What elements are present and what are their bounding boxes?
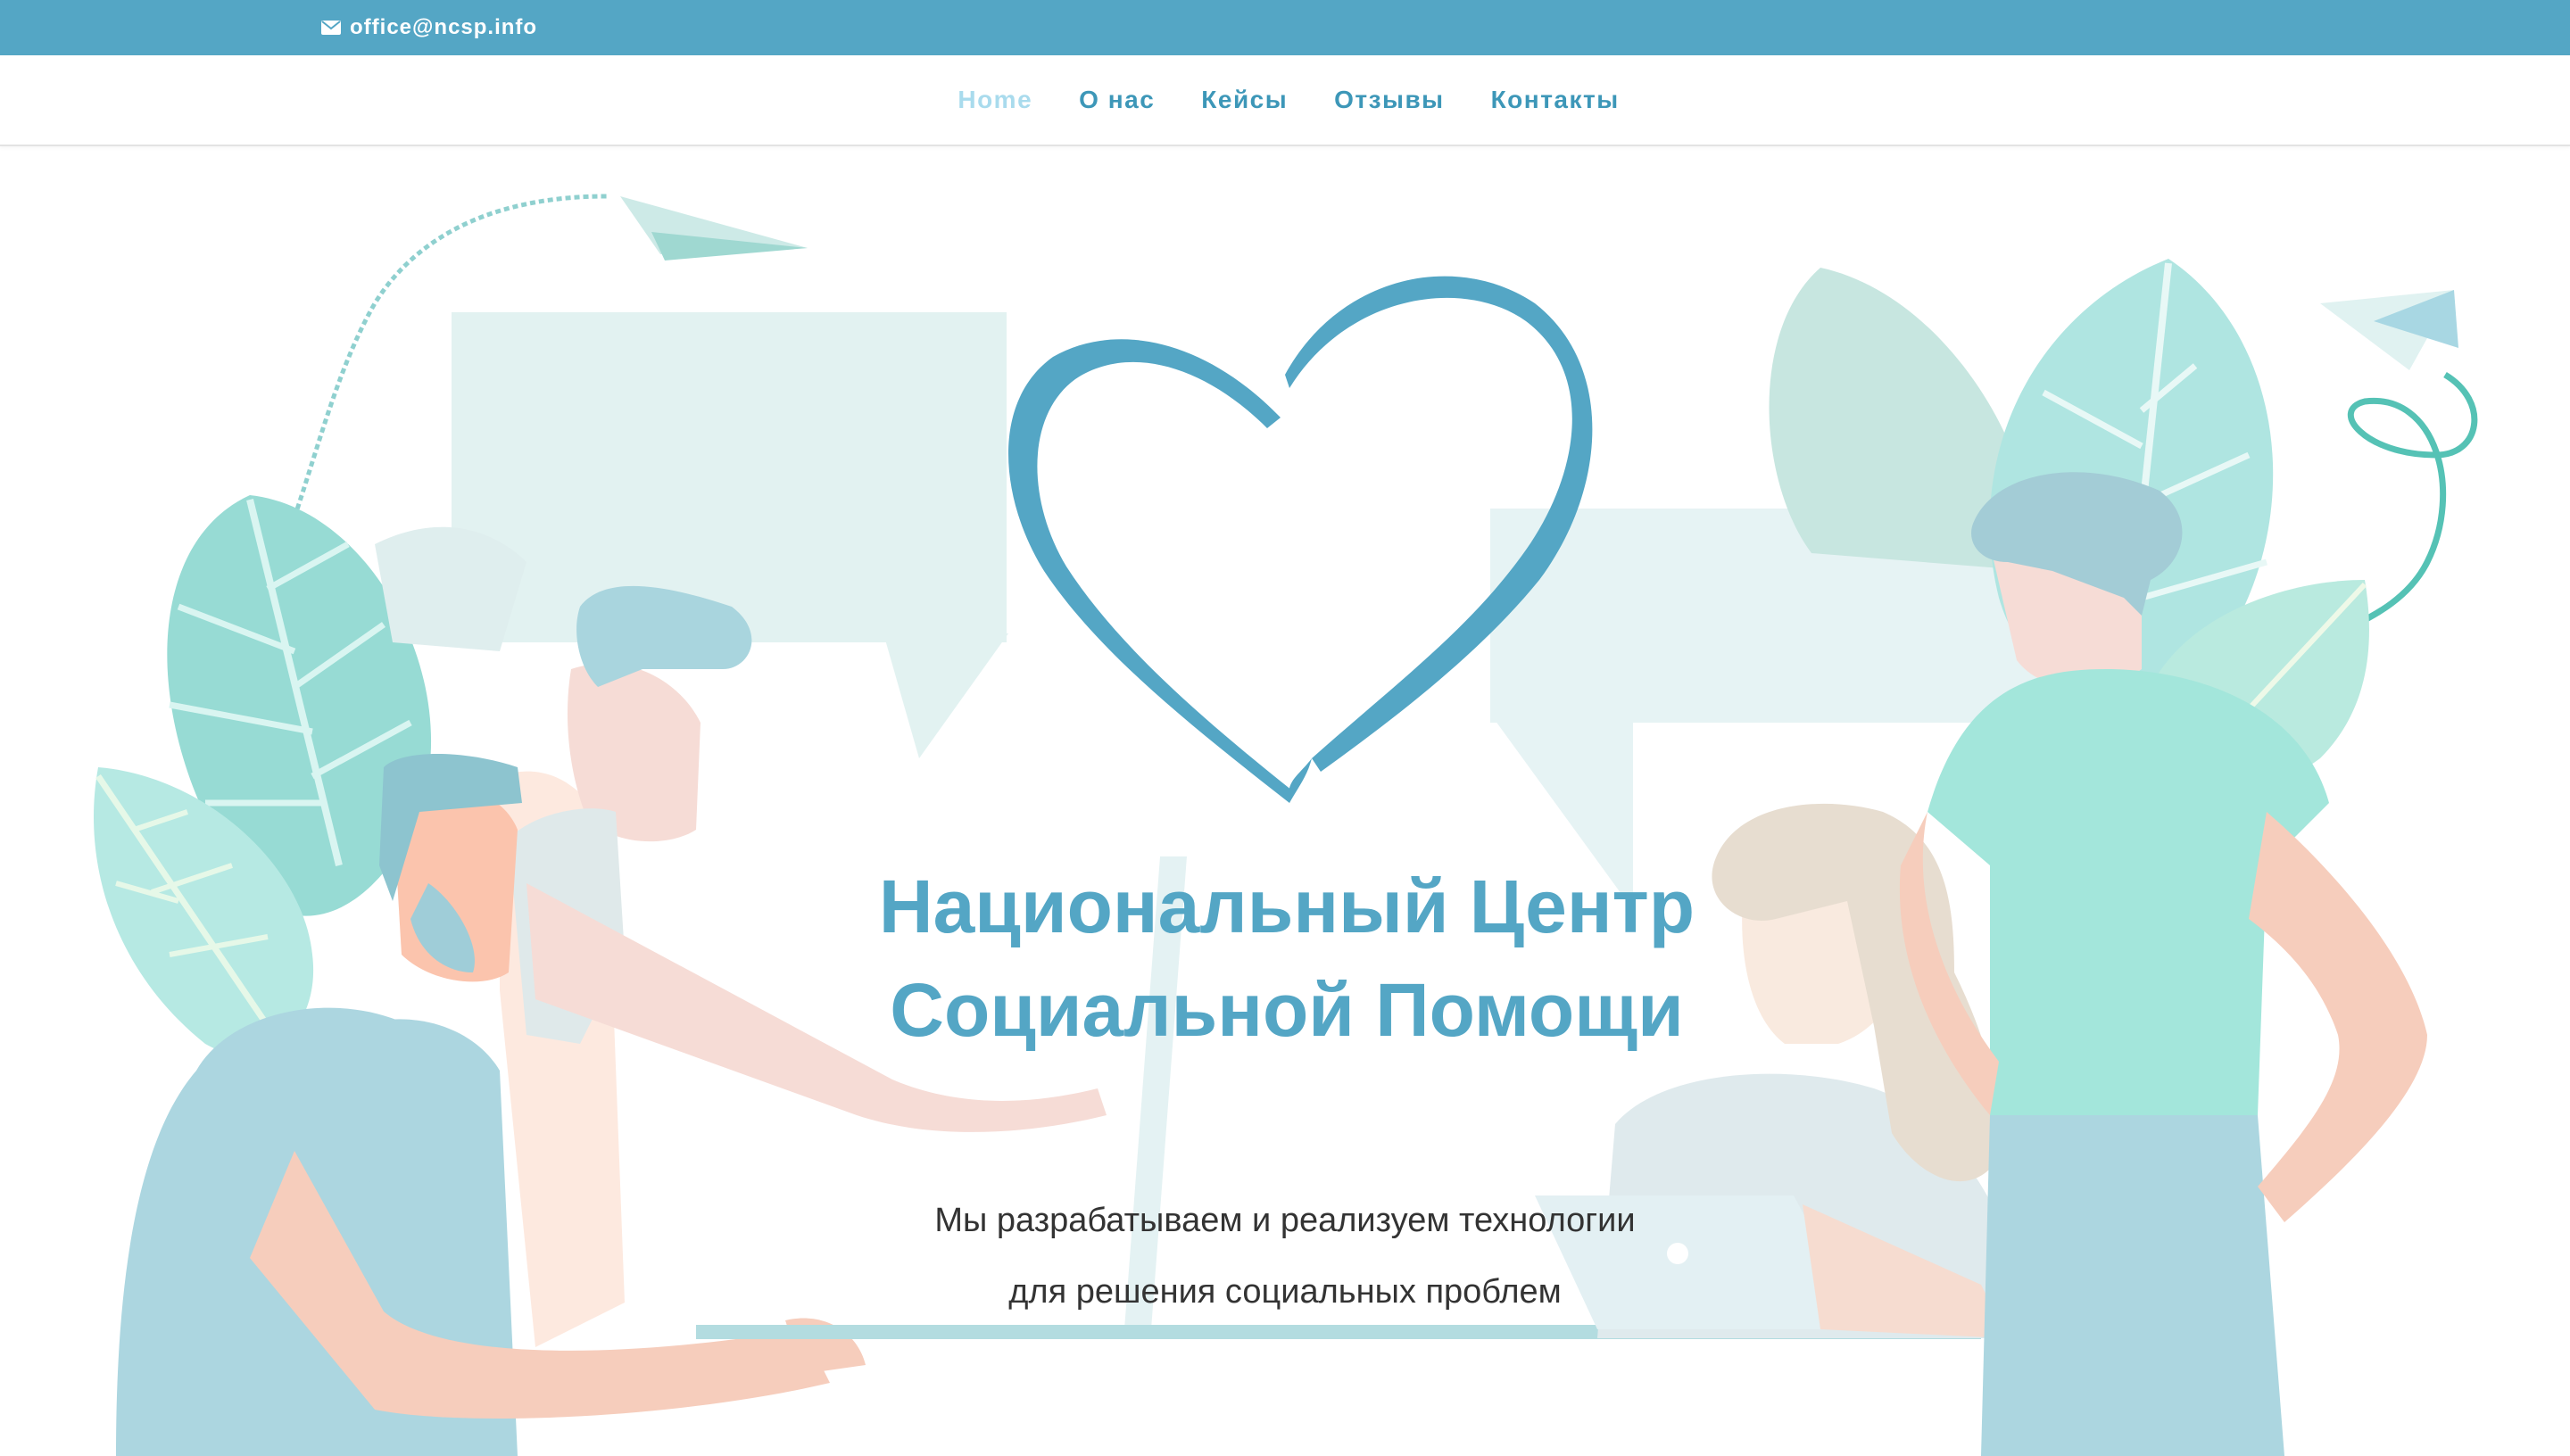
top-bar: office@ncsp.info <box>0 0 2570 55</box>
nav-item-reviews[interactable]: Отзывы <box>1334 86 1444 114</box>
nav-item-contacts[interactable]: Контакты <box>1491 86 1620 114</box>
nav-item-home[interactable]: Home <box>958 86 1032 114</box>
envelope-icon <box>321 21 341 35</box>
email-link[interactable]: office@ncsp.info <box>321 0 537 55</box>
hero-title-line1: Национальный Центр <box>878 864 1695 948</box>
nav-item-about[interactable]: О нас <box>1079 86 1155 114</box>
hero-subtitle: Мы разрабатываем и реализуем технологии … <box>0 1185 2570 1328</box>
hero-section: Национальный Центр Социальной Помощи Мы … <box>0 187 2570 1456</box>
paper-plane-icon <box>620 196 808 261</box>
main-nav: Home О нас Кейсы Отзывы Контакты <box>0 55 2570 146</box>
paper-plane-icon <box>2320 290 2458 370</box>
email-text: office@ncsp.info <box>350 15 538 39</box>
nav-item-cases[interactable]: Кейсы <box>1201 86 1288 114</box>
speech-bubble <box>452 312 1008 758</box>
hero-subtitle-line1: Мы разрабатываем и реализуем технологии <box>934 1202 1636 1239</box>
hero-subtitle-line2: для решения социальных проблем <box>1008 1273 1562 1311</box>
swirl-line <box>2347 372 2478 628</box>
hero-title: Национальный Центр Социальной Помощи <box>0 855 2570 1062</box>
hero-title-line2: Социальной Помощи <box>890 968 1684 1052</box>
